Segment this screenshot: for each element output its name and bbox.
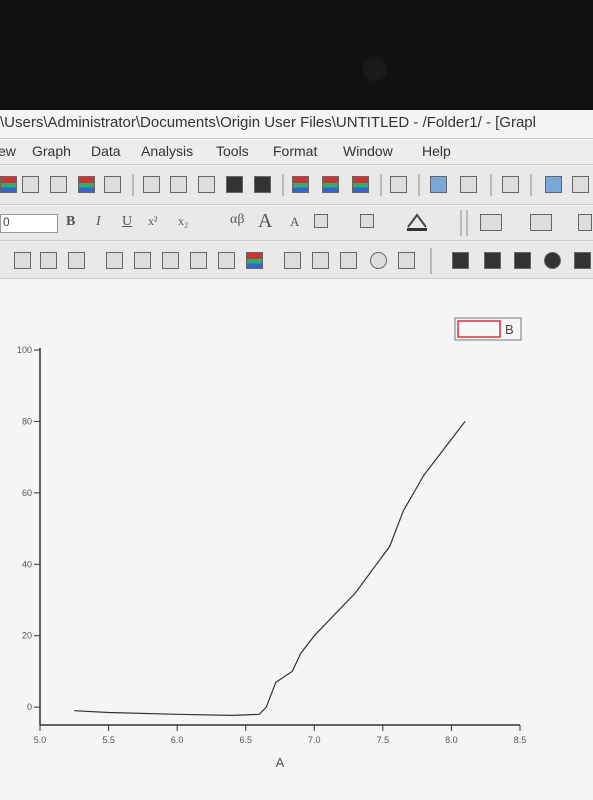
rescale-icon[interactable] <box>246 252 263 269</box>
3d-surface-icon[interactable] <box>484 252 501 269</box>
y-tick-label: 40 <box>22 559 32 569</box>
duplicate-icon[interactable] <box>460 176 477 193</box>
toolbar-separator <box>430 248 432 274</box>
graph-toolbar <box>0 242 593 279</box>
toolbar-separator <box>490 174 492 196</box>
color-scale-icon[interactable] <box>340 252 357 269</box>
x-tick-label: 6.5 <box>239 735 252 745</box>
new-project-icon[interactable] <box>0 176 17 193</box>
command-window-icon[interactable] <box>572 176 589 193</box>
timer-icon[interactable] <box>370 252 387 269</box>
font-size-select[interactable]: 0 <box>0 214 58 233</box>
menu-bar: ew Graph Data Analysis Tools Format Wind… <box>0 140 593 165</box>
data-display-icon[interactable] <box>312 252 329 269</box>
open-template-icon[interactable] <box>170 176 187 193</box>
merge-layers-icon[interactable] <box>68 252 85 269</box>
table-icon[interactable] <box>398 252 415 269</box>
refresh-icon[interactable] <box>430 176 447 193</box>
save-template-icon[interactable] <box>254 176 271 193</box>
monitor-bezel <box>0 0 593 110</box>
results-log-icon[interactable] <box>545 176 562 193</box>
series-line-B[interactable] <box>74 421 466 717</box>
format-toolbar: 0 B I U x² x₂ αβ A A <box>0 206 593 241</box>
menu-window[interactable]: Window <box>343 143 393 159</box>
toolbar-separator <box>530 174 532 196</box>
font-color-icon[interactable] <box>405 213 429 231</box>
title-bar: \Users\Administrator\Documents\Origin Us… <box>0 110 593 139</box>
x-tick-label: 5.0 <box>34 735 47 745</box>
x-tick-label: 6.0 <box>171 735 184 745</box>
superscript-button[interactable]: x² <box>148 214 158 229</box>
step-icon[interactable] <box>218 252 235 269</box>
y-tick-label: 100 <box>17 345 32 355</box>
save-project-icon[interactable] <box>226 176 243 193</box>
origin-window: \Users\Administrator\Documents\Origin Us… <box>0 110 593 800</box>
3d-ribbon-icon[interactable] <box>574 252 591 269</box>
menu-graph[interactable]: Graph <box>32 143 71 159</box>
grid-lines-icon[interactable] <box>284 252 301 269</box>
increase-font-button[interactable]: A <box>258 210 272 233</box>
greek-button[interactable]: αβ <box>230 212 244 228</box>
frame-icon[interactable] <box>134 252 151 269</box>
line-chart: 0 20 40 60 80 100 5.0 5.5 6.0 6.5 7.0 7.5 8.0 8.5 A B <box>17 317 527 770</box>
project-explorer-icon[interactable] <box>502 176 519 193</box>
x-tick-label: 5.5 <box>102 735 115 745</box>
webcam <box>362 56 388 82</box>
x-tick-label: 8.5 <box>514 735 527 745</box>
bold-button[interactable]: B <box>66 214 75 230</box>
x-tick-label: 7.5 <box>377 735 390 745</box>
legend-label: B <box>505 322 514 337</box>
3d-wall-icon[interactable] <box>514 252 531 269</box>
underline-button[interactable]: U <box>122 214 132 230</box>
pen-icon[interactable] <box>530 214 552 231</box>
y-tick-label: 0 <box>27 702 32 712</box>
menu-data[interactable]: Data <box>91 143 121 159</box>
toolbar-separator <box>282 174 284 196</box>
y-tick-label: 60 <box>22 488 32 498</box>
y-tick-label: 20 <box>22 631 32 641</box>
add-layer-icon[interactable] <box>40 252 57 269</box>
window-title: \Users\Administrator\Documents\Origin Us… <box>0 114 536 131</box>
line-color-icon[interactable] <box>480 214 502 231</box>
column-icon[interactable] <box>162 252 179 269</box>
new-matrix-icon[interactable] <box>78 176 95 193</box>
import-multiple-icon[interactable] <box>322 176 339 193</box>
align-icon[interactable] <box>314 214 328 228</box>
new-function-icon[interactable] <box>104 176 121 193</box>
subscript-button[interactable]: x₂ <box>178 214 188 229</box>
new-graph-icon[interactable] <box>50 176 67 193</box>
layer-icon[interactable] <box>14 252 31 269</box>
box-icon[interactable] <box>190 252 207 269</box>
toolbar-separator <box>132 174 134 196</box>
menu-format[interactable]: Format <box>273 143 317 159</box>
decrease-font-button[interactable]: A <box>290 214 299 230</box>
x-tick-label: 8.0 <box>445 735 458 745</box>
standard-toolbar <box>0 166 593 205</box>
menu-view[interactable]: ew <box>0 143 16 159</box>
menu-analysis[interactable]: Analysis <box>141 143 193 159</box>
menu-help[interactable]: Help <box>422 143 451 159</box>
toolbar-separator <box>380 174 382 196</box>
print-icon[interactable] <box>390 176 407 193</box>
open-icon[interactable] <box>143 176 160 193</box>
open-excel-icon[interactable] <box>198 176 215 193</box>
3d-scatter-icon[interactable] <box>544 252 561 269</box>
graph-page[interactable]: 0 20 40 60 80 100 5.0 5.5 6.0 6.5 7.0 7.5 8.0 8.5 A B <box>0 280 593 800</box>
font-size-value: 0 <box>3 215 10 229</box>
toolbar-separator <box>418 174 420 196</box>
import-wizard-icon[interactable] <box>352 176 369 193</box>
y-tick-label: 80 <box>22 416 32 426</box>
menu-tools[interactable]: Tools <box>216 143 249 159</box>
italic-button[interactable]: I <box>96 214 101 230</box>
x-tick-label: 7.0 <box>308 735 321 745</box>
axis-icon[interactable] <box>106 252 123 269</box>
x-axis-title[interactable]: A <box>276 755 285 770</box>
more-icon[interactable] <box>578 214 592 231</box>
fill-pattern-icon[interactable] <box>360 214 374 228</box>
toolbar-separator <box>466 210 468 236</box>
3d-bar-icon[interactable] <box>452 252 469 269</box>
import-ascii-icon[interactable] <box>292 176 309 193</box>
new-worksheet-icon[interactable] <box>22 176 39 193</box>
toolbar-separator <box>460 210 462 236</box>
